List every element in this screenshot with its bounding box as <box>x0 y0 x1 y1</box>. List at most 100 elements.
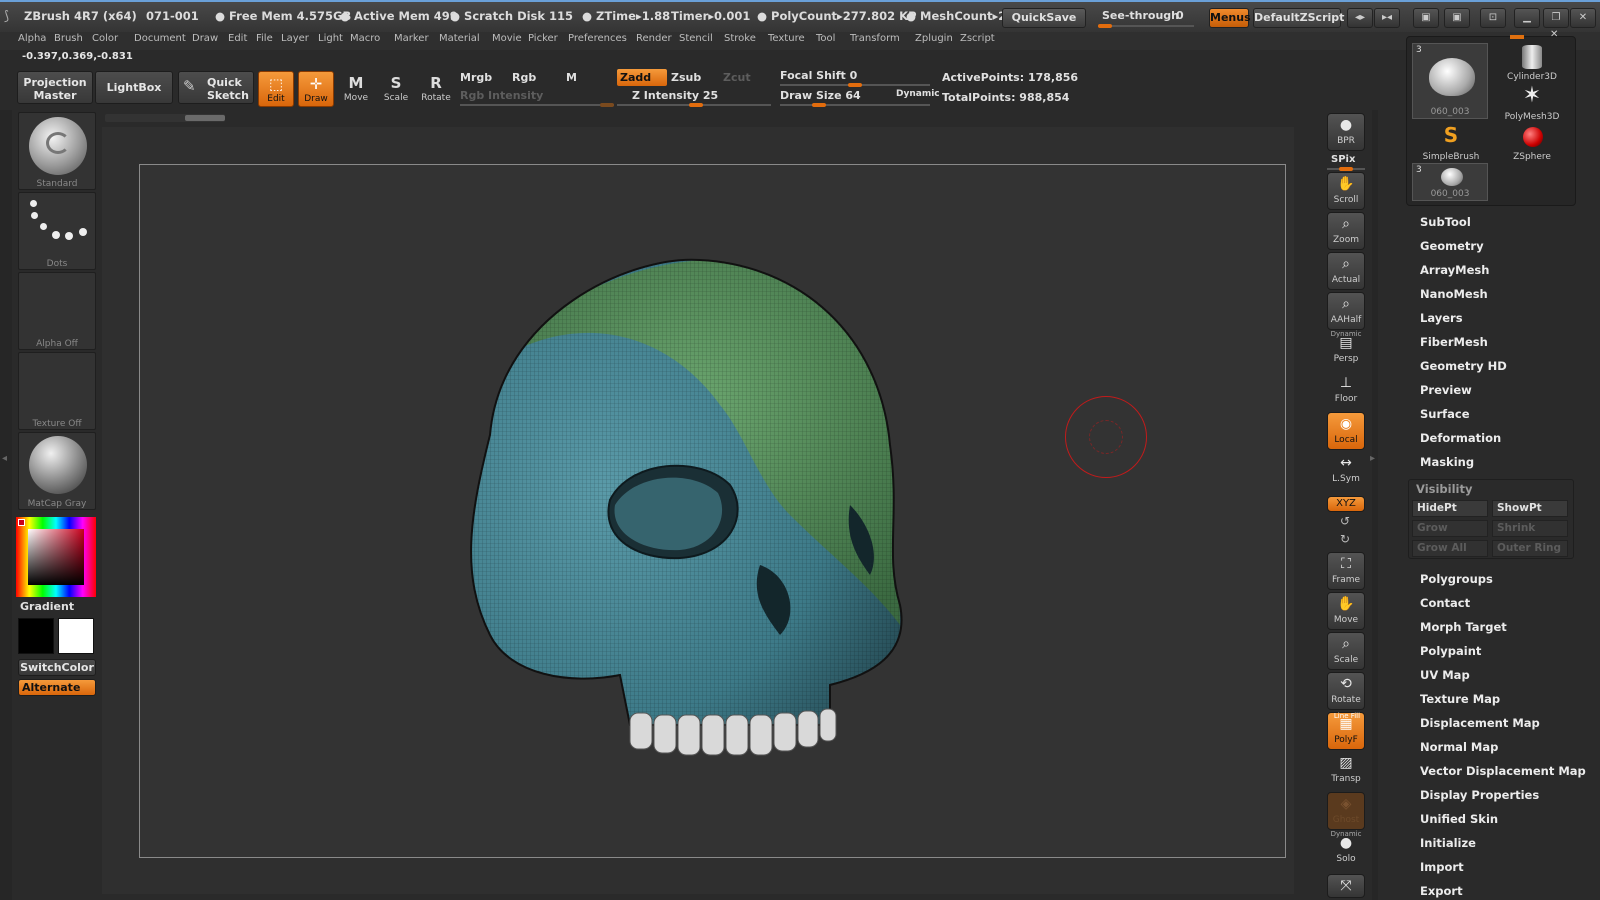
display-properties-header[interactable]: Display Properties <box>1420 788 1539 802</box>
window-left-icon[interactable]: ▣ <box>1413 8 1439 28</box>
color-square[interactable] <box>28 529 84 585</box>
rotate-y-icon[interactable]: ↺ <box>1340 514 1350 528</box>
menu-brush[interactable]: Brush <box>54 33 83 44</box>
ghost-button[interactable]: ◈ Ghost <box>1327 792 1365 830</box>
zbrush-logo-icon[interactable]: ⟆ <box>4 9 9 24</box>
quick-sketch-button[interactable]: ✎ Quick Sketch <box>178 71 254 104</box>
stroke-selector[interactable]: Dots <box>18 192 96 270</box>
menu-macro[interactable]: Macro <box>350 33 380 44</box>
geometry-hd-header[interactable]: Geometry HD <box>1420 359 1507 373</box>
xyz-button[interactable]: XYZ <box>1327 496 1365 512</box>
shrink-button[interactable]: Shrink <box>1492 520 1568 537</box>
menu-alpha[interactable]: Alpha <box>18 33 46 44</box>
tool-panel-close-icon[interactable]: ✕ <box>1550 29 1558 40</box>
see-through-slider[interactable]: See-through 0 <box>1094 6 1194 30</box>
menu-transform[interactable]: Transform <box>850 33 900 44</box>
rgb-intensity-slider[interactable] <box>460 103 614 107</box>
zcut-toggle[interactable]: Zcut <box>720 69 770 86</box>
tool-thumb-060-003[interactable]: 3 060_003 <box>1412 43 1488 119</box>
vector-displacement-map-header[interactable]: Vector Displacement Map <box>1420 764 1586 778</box>
fibermesh-header[interactable]: FiberMesh <box>1420 335 1488 349</box>
initialize-header[interactable]: Initialize <box>1420 836 1476 850</box>
frame-button[interactable]: ⛶ Frame <box>1327 552 1365 590</box>
deformation-header[interactable]: Deformation <box>1420 431 1501 445</box>
alpha-selector[interactable]: Alpha Off <box>18 272 96 350</box>
move-button[interactable]: M Move <box>338 71 374 107</box>
doc-scrollbar[interactable] <box>105 114 225 122</box>
bpr-button[interactable]: ● BPR <box>1327 113 1365 151</box>
tool-thumb-cylinder[interactable]: Cylinder3D <box>1493 43 1571 83</box>
menu-layer[interactable]: Layer <box>281 33 309 44</box>
morph-target-header[interactable]: Morph Target <box>1420 620 1507 634</box>
grow-all-button[interactable]: Grow All <box>1412 540 1488 557</box>
import-header[interactable]: Import <box>1420 860 1464 874</box>
rgb-toggle[interactable]: Rgb <box>512 71 536 84</box>
tool-thumb-zsphere[interactable]: ZSphere <box>1493 123 1571 163</box>
scale-view-button[interactable]: ⌕ Scale <box>1327 632 1365 670</box>
tool-thumb-simplebrush[interactable]: S SimpleBrush <box>1412 123 1490 163</box>
menu-stencil[interactable]: Stencil <box>679 33 713 44</box>
menu-file[interactable]: File <box>256 33 273 44</box>
transp-button[interactable]: ▨ Transp <box>1327 752 1365 790</box>
alternate-button[interactable]: Alternate <box>18 679 96 696</box>
z-intensity-slider[interactable] <box>617 103 771 107</box>
uv-map-header[interactable]: UV Map <box>1420 668 1470 682</box>
contact-header[interactable]: Contact <box>1420 596 1470 610</box>
menu-marker[interactable]: Marker <box>394 33 429 44</box>
menus-toggle[interactable]: Menus <box>1209 8 1251 28</box>
menu-draw[interactable]: Draw <box>192 33 218 44</box>
lsym-button[interactable]: ↔ L.Sym <box>1327 452 1365 490</box>
floor-button[interactable]: ⊥ Floor <box>1327 372 1365 410</box>
minimize-icon[interactable]: ▁ <box>1514 8 1540 28</box>
menu-stroke[interactable]: Stroke <box>724 33 756 44</box>
spix-slider[interactable] <box>1327 167 1365 171</box>
gradient-toggle[interactable]: Gradient <box>20 600 74 613</box>
zoom-button[interactable]: ⌕ Zoom <box>1327 212 1365 250</box>
lock-icon[interactable]: ⊡ <box>1480 8 1506 28</box>
unified-skin-header[interactable]: Unified Skin <box>1420 812 1498 826</box>
polypaint-header[interactable]: Polypaint <box>1420 644 1481 658</box>
window-right-icon[interactable]: ▣ <box>1444 8 1470 28</box>
draw-button[interactable]: ✛ Draw <box>298 71 334 107</box>
m-toggle[interactable]: M <box>566 71 577 84</box>
next-layout-icon[interactable]: ▸◂ <box>1374 8 1400 28</box>
persp-button[interactable]: Dynamic ▤ Persp <box>1327 330 1365 370</box>
menu-picker[interactable]: Picker <box>528 33 558 44</box>
texture-map-header[interactable]: Texture Map <box>1420 692 1500 706</box>
aahalf-button[interactable]: ⌕ AAHalf <box>1327 292 1365 330</box>
projection-master-button[interactable]: Projection Master <box>17 71 93 104</box>
arraymesh-header[interactable]: ArrayMesh <box>1420 263 1489 277</box>
polyf-button[interactable]: Line Fill ▦ PolyF <box>1327 712 1365 750</box>
secondary-color-swatch[interactable] <box>58 618 94 654</box>
material-selector[interactable]: MatCap Gray <box>18 432 96 510</box>
zsub-toggle[interactable]: Zsub <box>668 69 718 86</box>
rotate-view-button[interactable]: ⟲ Rotate <box>1327 672 1365 710</box>
subtool-header[interactable]: SubTool <box>1420 215 1471 229</box>
dynamic-toggle[interactable]: Dynamic <box>896 89 940 99</box>
menu-color[interactable]: Color <box>92 33 118 44</box>
rotate-z-icon[interactable]: ↻ <box>1340 532 1350 546</box>
export-header[interactable]: Export <box>1420 884 1463 898</box>
move-view-button[interactable]: ✋ Move <box>1327 592 1365 630</box>
hidept-button[interactable]: HidePt <box>1412 500 1488 517</box>
texture-selector[interactable]: Texture Off <box>18 352 96 430</box>
tool-panel-slider[interactable] <box>1510 35 1524 39</box>
expand-right-icon[interactable]: ▸ <box>1370 453 1375 464</box>
edit-button[interactable]: ⬚ Edit <box>258 71 294 107</box>
skull-model[interactable] <box>430 255 930 775</box>
right-tray-divider[interactable]: ▸ <box>1370 110 1378 900</box>
masking-header[interactable]: Masking <box>1420 455 1474 469</box>
lightbox-button[interactable]: LightBox <box>95 71 173 104</box>
visibility-header[interactable]: Visibility <box>1416 482 1472 496</box>
displacement-map-header[interactable]: Displacement Map <box>1420 716 1540 730</box>
switchcolor-button[interactable]: SwitchColor <box>18 659 96 676</box>
solo-button[interactable]: Dynamic ● Solo <box>1327 830 1365 870</box>
color-picker[interactable] <box>16 517 96 597</box>
rotate-button[interactable]: R Rotate <box>418 71 454 107</box>
menu-zplugin[interactable]: Zplugin <box>915 33 953 44</box>
left-tray-edge[interactable]: ◂ <box>0 110 12 900</box>
geometry-header[interactable]: Geometry <box>1420 239 1484 253</box>
focal-shift-slider[interactable] <box>780 83 930 87</box>
polygroups-header[interactable]: Polygroups <box>1420 572 1493 586</box>
surface-header[interactable]: Surface <box>1420 407 1470 421</box>
